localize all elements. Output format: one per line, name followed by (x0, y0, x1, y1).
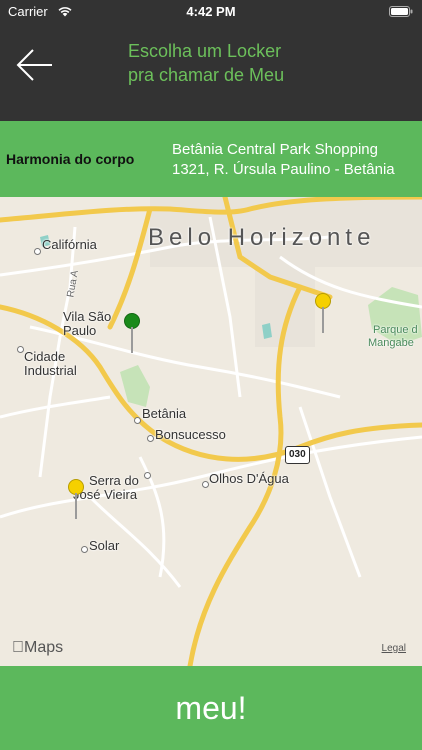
map-label-parque-1: Parque d (373, 324, 418, 336)
map-label-cidade-industrial-2: Industrial (24, 363, 77, 378)
status-time: 4:42 PM (186, 4, 236, 19)
top-bar: Carrier 4:42 PM Escolha um Locker pra ch… (0, 0, 422, 121)
store-address-line2: 1321, R. Úrsula Paulino - Betânia (172, 161, 395, 178)
map-label-city: Belo Horizonte (148, 224, 376, 251)
back-button[interactable] (14, 44, 56, 86)
map-label-california: Califórnia (42, 237, 97, 252)
battery-icon (389, 6, 413, 17)
arrow-left-icon (16, 49, 52, 81)
map-label-vila-sao-paulo-1: Vila São (63, 309, 112, 324)
map-place-dot (81, 546, 88, 553)
pin-stick (75, 493, 77, 519)
map-place-dot (134, 417, 141, 424)
map-label-cidade-industrial-1: Cidade (24, 349, 66, 364)
map-place-dot (144, 472, 151, 479)
page-title-line2: pra chamar de Meu (128, 65, 285, 85)
legal-link[interactable]: Legal (382, 643, 406, 654)
meu-button[interactable]: meu! (0, 666, 422, 750)
page-title: Escolha um Locker pra chamar de Meu (128, 39, 388, 87)
pin-stick (322, 307, 324, 333)
map-label-serra-1: Serra do (89, 473, 139, 488)
map-label-vila-sao-paulo-2: Paulo (63, 323, 97, 338)
map-label-betania: Betânia (142, 406, 187, 421)
store-address: Betânia Central Park Shopping 1321, R. Ú… (172, 140, 395, 180)
locker-pin-yellow[interactable] (315, 293, 331, 335)
maps-logo-text: Maps (12, 639, 63, 656)
map-label-olhos-dagua: Olhos D'Água (209, 471, 289, 486)
apple-maps-logo: Maps (12, 639, 63, 657)
map-view[interactable]: Belo Horizonte Califórnia Rua A Vila São… (0, 197, 422, 666)
map-label-solar: Solar (89, 538, 120, 553)
status-bar: Carrier 4:42 PM (0, 0, 422, 24)
map-place-dot (17, 346, 24, 353)
road-shield-030: 030 (285, 446, 310, 464)
map-place-dot (147, 435, 154, 442)
locker-pin-yellow[interactable] (68, 479, 84, 521)
app-screen: Carrier 4:42 PM Escolha um Locker pra ch… (0, 0, 422, 750)
map-label-parque-2: Mangabe (368, 337, 414, 349)
map-place-dot (34, 248, 41, 255)
store-name: Harmonia do corpo (6, 151, 135, 167)
page-title-line1: Escolha um Locker (128, 41, 282, 61)
apple-logo-icon:  (12, 639, 24, 656)
map-label-bonsucesso: Bonsucesso (155, 427, 226, 442)
pin-stick (131, 327, 133, 353)
map-place-dot (202, 481, 209, 488)
locker-pin-green[interactable] (124, 313, 140, 355)
store-address-line1: Betânia Central Park Shopping (172, 141, 378, 158)
store-info-bar: Harmonia do corpo Betânia Central Park S… (0, 121, 422, 197)
